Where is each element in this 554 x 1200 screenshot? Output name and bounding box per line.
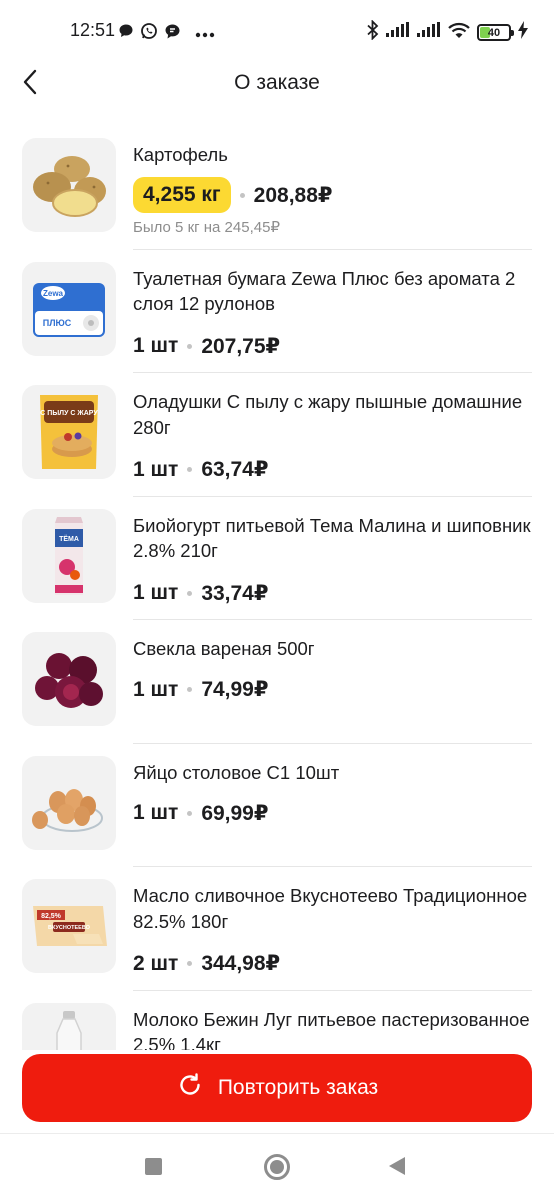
item-name: Туалетная бумага Zewa Плюс без аромата 2… (133, 267, 516, 315)
item-price: 208,88₽ (253, 183, 333, 207)
status-time: 12:51 (70, 20, 116, 40)
item-meta: 1 шт 69,99₽ (133, 801, 268, 826)
system-nav-bar (0, 1140, 554, 1200)
item-meta: 2 шт 344,98₽ (133, 951, 280, 976)
separator-dot (187, 467, 193, 472)
item-price: 207,75₽ (201, 334, 281, 358)
pancakes-image: С ПЫЛУ С ЖАРУ (22, 385, 116, 479)
list-item[interactable]: Яйцо столовое С1 10шт 1 шт 69,99₽ (0, 744, 554, 868)
separator-dot (187, 590, 193, 596)
potato-image (22, 138, 116, 232)
separator-dot (187, 687, 193, 692)
item-quantity: 1 шт (133, 457, 179, 481)
signal-icon (386, 22, 410, 43)
beetroot-image (22, 632, 116, 726)
signal-icon (417, 22, 441, 43)
item-price: 63,74₽ (201, 458, 269, 481)
list-item[interactable]: Картофель 4,255 кг 208,88₽ Было 5 кг на … (0, 126, 554, 250)
item-name: Биойогурт питьевой Тема Малина и шиповни… (133, 514, 531, 562)
list-item[interactable]: Свекла вареная 500г 1 шт 74,99₽ (0, 620, 554, 744)
home-icon[interactable] (264, 1154, 290, 1180)
repeat-order-button[interactable]: Повторить заказ (22, 1054, 532, 1122)
item-name: Яйцо столовое С1 10шт (133, 761, 340, 783)
whatsapp-icon (140, 22, 158, 45)
item-meta: 1 шт 33,74₽ (133, 581, 268, 606)
separator-dot (187, 343, 193, 349)
item-name: Молоко Бежин Луг питьевое пастеризованно… (133, 1008, 530, 1051)
charging-icon (518, 21, 528, 44)
product-brand-text: ВКУСНОТЕЕВО (48, 925, 91, 931)
previous-quantity-note: Было 5 кг на 245,45₽ (133, 219, 280, 236)
repeat-icon (176, 1071, 204, 1105)
message-icon (164, 23, 181, 45)
item-quantity: 1 шт (133, 334, 179, 357)
butter-image: 82,5% ВКУСНОТЕЕВО (22, 879, 116, 973)
item-price: 69,99₽ (201, 801, 269, 825)
item-price: 74,99₽ (201, 678, 269, 701)
order-items-list[interactable]: Картофель 4,255 кг 208,88₽ Было 5 кг на … (0, 126, 554, 1050)
separator-dot (187, 810, 193, 816)
product-brand-text: С ПЫЛУ С ЖАРУ (40, 410, 98, 417)
battery-level: 40 (487, 26, 501, 39)
item-price: 33,74₽ (201, 581, 269, 605)
recent-apps-icon[interactable] (145, 1158, 162, 1175)
header: О заказе (0, 62, 554, 106)
item-quantity: 1 шт (133, 801, 179, 824)
item-name: Свекла вареная 500г (133, 638, 315, 659)
divider (0, 1133, 554, 1134)
item-meta: 1 шт 74,99₽ (133, 677, 268, 702)
list-item[interactable]: Zewa ПЛЮС Туалетная бумага Zewa Плюс без… (0, 250, 554, 374)
list-item[interactable]: 82,5% ВКУСНОТЕЕВО Масло сливочное Вкусно… (0, 867, 554, 991)
product-brand-text: Zewa (43, 289, 64, 298)
product-variant-text: ПЛЮС (43, 318, 72, 328)
separator-dot (239, 192, 245, 198)
item-name: Оладушки С пылу с жару пышные домашние 2… (133, 391, 523, 438)
wifi-icon (448, 22, 470, 44)
quantity-badge: 4,255 кг (133, 177, 231, 213)
item-meta: 1 шт 63,74₽ (133, 457, 268, 482)
list-item[interactable]: ТЁМА Биойогурт питьевой Тема Малина и ши… (0, 497, 554, 621)
milk-image (22, 1002, 116, 1050)
list-item[interactable]: Молоко Бежин Луг питьевое пастеризованно… (0, 991, 554, 1051)
eggs-image (22, 755, 116, 850)
item-meta: 1 шт 207,75₽ (133, 334, 280, 359)
item-quantity: 2 шт (133, 951, 179, 975)
battery-icon: 40 (477, 24, 514, 41)
item-price: 344,98₽ (201, 952, 281, 975)
status-bar: 12:51 40 (0, 0, 554, 62)
item-quantity: 1 шт (133, 677, 179, 701)
back-icon[interactable] (389, 1157, 405, 1175)
item-meta: 4,255 кг 208,88₽ (133, 177, 333, 213)
bluetooth-icon (367, 19, 379, 45)
item-name: Картофель (133, 144, 228, 165)
toilet-paper-image: Zewa ПЛЮС (22, 261, 116, 356)
product-brand-text: ТЁМА (59, 535, 79, 543)
separator-dot (187, 961, 193, 966)
page-title: О заказе (234, 71, 320, 94)
product-fat-text: 82,5% (41, 913, 62, 920)
item-name: Масло сливочное Вкуснотеево Традиционное… (133, 885, 528, 932)
item-quantity: 1 шт (133, 581, 179, 604)
list-item[interactable]: С ПЫЛУ С ЖАРУ Оладушки С пылу с жару пыш… (0, 373, 554, 497)
chat-bubble-icon (118, 23, 134, 44)
repeat-order-label: Повторить заказ (217, 1076, 379, 1099)
yogurt-image: ТЁМА (22, 508, 116, 603)
more-dots-icon (195, 25, 215, 43)
